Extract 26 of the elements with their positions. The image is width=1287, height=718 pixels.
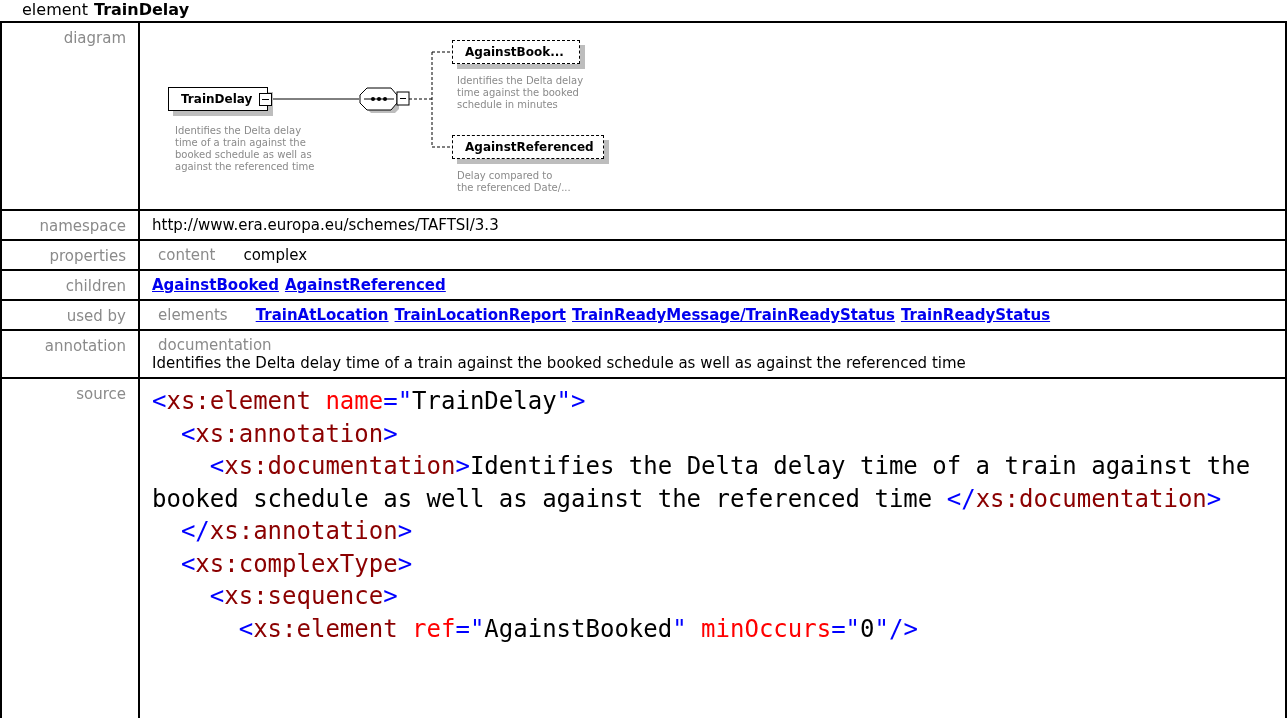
- property-key: content: [158, 246, 216, 264]
- documentation-text: Identifies the Delta delay time of a train against the booked schedule as well as against the referenced time: [152, 354, 966, 372]
- namespace-value: http://www.era.europa.eu/schemes/TAFTSI/3.3: [152, 216, 499, 234]
- source-code: <xs:element name="TrainDelay"> <xs:annotation> <xs:documentation>Identifies the Delta delay time of a train against the booked schedule as well as against the referenced time </xs:documentation> </xs:annotation> <xs:complexType> <xs:sequence> <xs:element ref="AgainstBooked" minOccurs="0"/>: [152, 386, 1252, 645]
- row-label: children: [65, 277, 126, 295]
- used-by-key: elements: [158, 306, 228, 324]
- property-value: complex: [243, 246, 307, 264]
- row-label: diagram: [63, 29, 126, 47]
- child-description: Delay compared to the referenced Date/...: [457, 170, 571, 194]
- child-link[interactable]: AgainstBooked: [152, 276, 279, 294]
- used-by-link[interactable]: TrainLocationReport: [394, 306, 566, 324]
- used-by-link[interactable]: TrainReadyStatus: [900, 306, 1051, 324]
- row-label: source: [76, 385, 126, 403]
- used-by-link[interactable]: TrainAtLocation: [255, 306, 389, 324]
- child-description: Identifies the Delta delay time against the booked schedule in minutes: [457, 75, 584, 111]
- element-title: TrainDelay: [94, 0, 190, 19]
- child-link[interactable]: AgainstReferenced: [284, 276, 446, 294]
- collapse-icon: [259, 93, 272, 106]
- used-by-link[interactable]: TrainReadyMessage/TrainReadyStatus: [572, 306, 895, 324]
- element-description: Identifies the Delta delay time of a train against the booked schedule as well as against the referenced time: [175, 125, 315, 173]
- title-prefix: element: [22, 0, 88, 19]
- row-label: annotation: [44, 337, 126, 355]
- row-label: properties: [49, 247, 126, 265]
- row-label: namespace: [39, 217, 126, 235]
- annotation-key: documentation: [158, 336, 272, 354]
- row-label: used by: [66, 307, 126, 325]
